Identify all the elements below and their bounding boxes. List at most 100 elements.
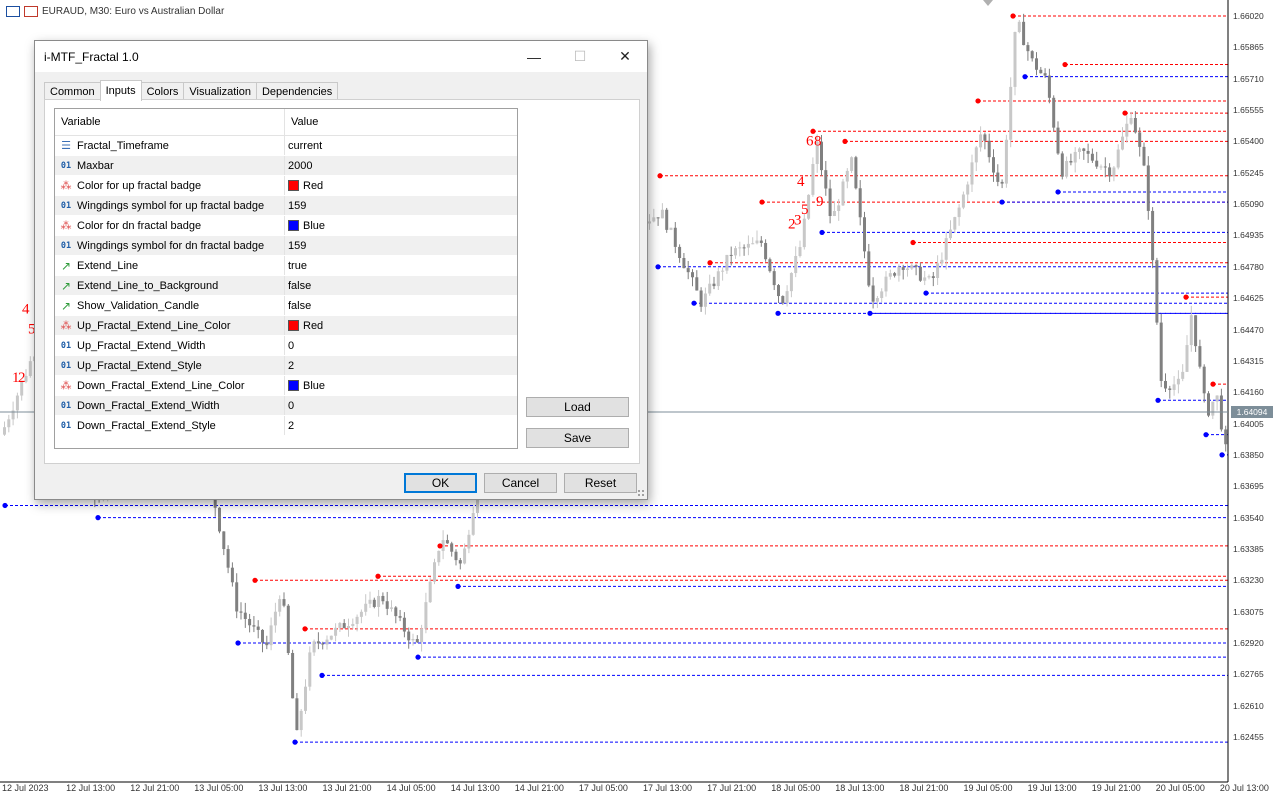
param-value-cell[interactable]: 159 bbox=[285, 236, 517, 255]
time-tick-label: 18 Jul 05:00 bbox=[771, 783, 821, 793]
candle-body bbox=[837, 205, 841, 212]
candle-body bbox=[673, 227, 677, 247]
candle-body bbox=[970, 162, 974, 185]
candle-body bbox=[424, 602, 428, 629]
up-fractal-badge bbox=[1010, 13, 1016, 19]
param-value-cell[interactable]: 2000 bbox=[285, 156, 517, 175]
candle-body bbox=[996, 172, 1000, 182]
down-fractal-badge bbox=[819, 229, 825, 236]
candle-body bbox=[450, 543, 454, 552]
param-row[interactable]: ⁂ Down_Fractal_Extend_Line_Color Blue bbox=[55, 376, 517, 396]
indicator-properties-dialog[interactable]: i-MTF_Fractal 1.0 — ☐ ✕ Common Inputs Colo… bbox=[34, 40, 648, 500]
candle-body bbox=[1116, 149, 1120, 168]
candle-body bbox=[1009, 86, 1013, 140]
time-tick-label: 20 Jul 05:00 bbox=[1155, 783, 1205, 793]
param-value-cell[interactable]: Blue bbox=[285, 216, 517, 235]
param-value-cell[interactable]: true bbox=[285, 256, 517, 275]
param-row[interactable]: 01 Down_Fractal_Extend_Style 2 bbox=[55, 416, 517, 436]
candle-body bbox=[226, 549, 230, 568]
candle-body bbox=[407, 631, 411, 641]
param-value-cell[interactable]: Red bbox=[285, 176, 517, 195]
candle-body bbox=[411, 639, 415, 641]
time-tick-label: 12 Jul 13:00 bbox=[66, 783, 116, 793]
param-value-cell[interactable]: 0 bbox=[285, 396, 517, 415]
param-value-cell[interactable]: 159 bbox=[285, 196, 517, 215]
candle-body bbox=[1099, 166, 1103, 168]
color-type-icon: ⁂ bbox=[60, 319, 72, 332]
down-fractal-badge bbox=[292, 739, 298, 745]
candle-body bbox=[252, 625, 256, 627]
wave-label: 6 bbox=[806, 133, 814, 149]
close-icon[interactable]: ✕ bbox=[602, 41, 648, 72]
candle-body bbox=[1224, 429, 1228, 445]
param-row[interactable]: ☰ Fractal_Timeframe current bbox=[55, 136, 517, 156]
int-type-icon: 01 bbox=[60, 340, 72, 351]
param-value-cell[interactable]: 2 bbox=[285, 356, 517, 375]
candle-body bbox=[1103, 166, 1107, 168]
candle-body bbox=[291, 652, 295, 699]
candle-body bbox=[1056, 127, 1060, 154]
param-value: true bbox=[288, 259, 307, 272]
candle-body bbox=[974, 147, 978, 163]
param-row[interactable]: ↗ Extend_Line_to_Background false bbox=[55, 276, 517, 296]
param-row[interactable]: ⁂ Color for up fractal badge Red bbox=[55, 176, 517, 196]
candle-body bbox=[1090, 153, 1094, 161]
param-value: 159 bbox=[288, 199, 307, 212]
param-value-cell[interactable]: 2 bbox=[285, 416, 517, 435]
resize-grip-icon[interactable] bbox=[637, 489, 645, 497]
minimize-icon[interactable]: — bbox=[511, 41, 557, 72]
candle-body bbox=[742, 247, 746, 249]
param-value-cell[interactable]: Red bbox=[285, 316, 517, 335]
param-row[interactable]: 01 Maxbar 2000 bbox=[55, 156, 517, 176]
param-row[interactable]: ⁂ Up_Fractal_Extend_Line_Color Red bbox=[55, 316, 517, 336]
price-tick-label: 1.65400 bbox=[1233, 136, 1264, 147]
price-tick-label: 1.62610 bbox=[1233, 700, 1264, 711]
param-value: 159 bbox=[288, 239, 307, 252]
chart-menu-icon[interactable] bbox=[6, 6, 20, 17]
cancel-button[interactable]: Cancel bbox=[484, 473, 557, 493]
price-tick-label: 1.66020 bbox=[1233, 11, 1264, 21]
tab-inputs[interactable]: Inputs bbox=[99, 80, 142, 101]
chart-bars-icon[interactable] bbox=[24, 6, 38, 17]
dialog-titlebar[interactable]: i-MTF_Fractal 1.0 — ☐ ✕ bbox=[35, 41, 647, 72]
down-fractal-badge bbox=[775, 310, 781, 316]
candle-body bbox=[239, 611, 243, 613]
save-button[interactable]: Save bbox=[526, 428, 629, 448]
param-row[interactable]: 01 Up_Fractal_Extend_Style 2 bbox=[55, 356, 517, 376]
candle-body bbox=[364, 603, 368, 612]
param-row[interactable]: 01 Wingdings symbol for dn fractal badge 1… bbox=[55, 236, 517, 256]
param-row[interactable]: ↗ Show_Validation_Candle false bbox=[55, 296, 517, 316]
param-value-cell[interactable]: 0 bbox=[285, 336, 517, 355]
up-fractal-badge bbox=[910, 239, 916, 246]
time-tick-label: 19 Jul 21:00 bbox=[1091, 783, 1141, 793]
candle-body bbox=[832, 211, 836, 217]
down-fractal-badge bbox=[1203, 432, 1209, 438]
param-row[interactable]: 01 Down_Fractal_Extend_Width 0 bbox=[55, 396, 517, 416]
reset-button[interactable]: Reset bbox=[564, 473, 637, 493]
ok-button[interactable]: OK bbox=[404, 473, 477, 493]
param-row[interactable]: 01 Wingdings symbol for up fractal badge 1… bbox=[55, 196, 517, 216]
param-name: Wingdings symbol for up fractal badge bbox=[77, 199, 265, 212]
param-value-cell[interactable]: current bbox=[285, 136, 517, 155]
param-row[interactable]: ⁂ Color for dn fractal badge Blue bbox=[55, 216, 517, 236]
time-tick-label: 13 Jul 21:00 bbox=[322, 783, 372, 793]
price-tick-label: 1.64935 bbox=[1233, 230, 1264, 241]
param-value-cell[interactable]: false bbox=[285, 276, 517, 295]
candle-body bbox=[893, 273, 897, 276]
price-tick-label: 1.63075 bbox=[1233, 606, 1264, 617]
candle-body bbox=[1095, 160, 1099, 167]
load-button[interactable]: Load bbox=[526, 397, 629, 417]
param-row[interactable]: 01 Up_Fractal_Extend_Width 0 bbox=[55, 336, 517, 356]
candle-body bbox=[1035, 58, 1038, 70]
time-tick-label: 17 Jul 21:00 bbox=[707, 783, 757, 793]
candle-body bbox=[398, 616, 402, 618]
candle-body bbox=[1030, 51, 1034, 59]
candle-body bbox=[299, 710, 303, 731]
param-value-cell[interactable]: false bbox=[285, 296, 517, 315]
param-row[interactable]: ↗ Extend_Line true bbox=[55, 256, 517, 276]
candle-body bbox=[1000, 181, 1004, 184]
candle-body bbox=[454, 551, 458, 561]
param-variable-cell: 01 Wingdings symbol for dn fractal badge bbox=[55, 236, 285, 255]
param-value-cell[interactable]: Blue bbox=[285, 376, 517, 395]
bool-type-icon: ↗ bbox=[60, 258, 72, 273]
